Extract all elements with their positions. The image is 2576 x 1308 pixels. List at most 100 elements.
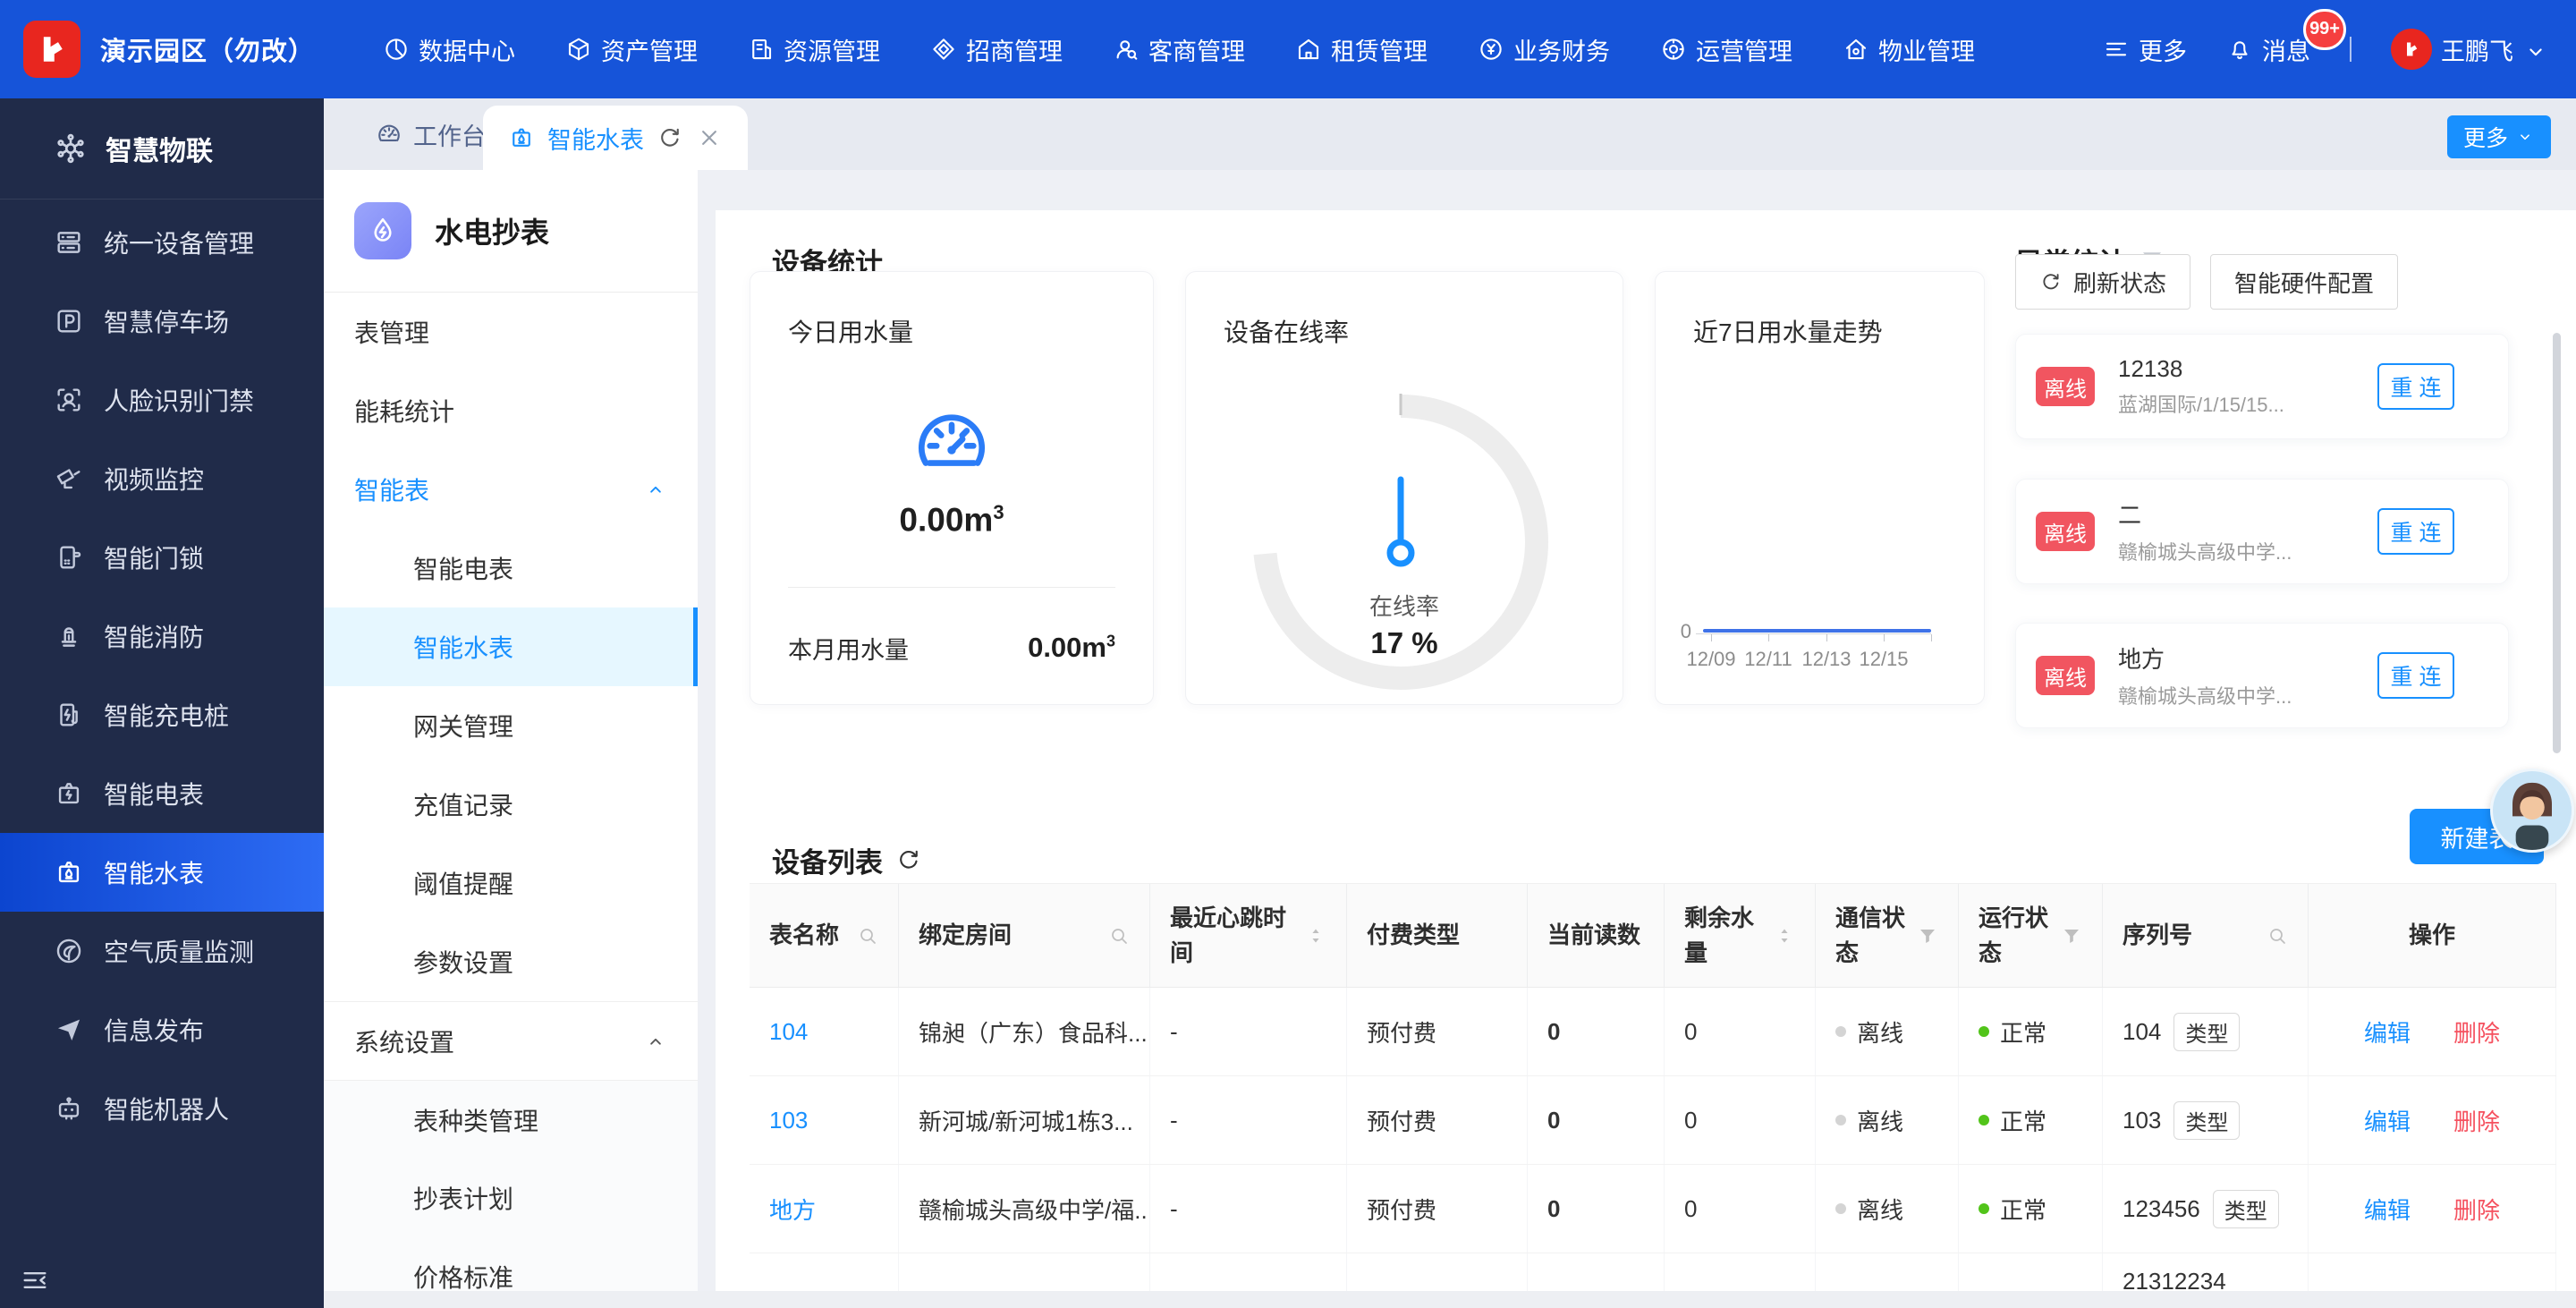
refresh-status-button[interactable]: 刷新状态 xyxy=(2015,254,2190,310)
nav-item-1[interactable]: 资产管理 xyxy=(565,32,698,67)
tab-close-icon[interactable] xyxy=(696,124,723,151)
topbar-more[interactable]: 更多 xyxy=(2103,32,2187,67)
menu-icon xyxy=(2103,36,2130,63)
submenu-item-5[interactable]: 网关管理 xyxy=(324,686,698,765)
abnormal-device-name: 二 xyxy=(2118,497,2292,531)
sorter-icon[interactable] xyxy=(1305,925,1326,947)
submenu-item-4[interactable]: 智能水表 xyxy=(324,607,698,686)
column-search-wrap[interactable] xyxy=(2259,925,2288,947)
column-sorter-wrap[interactable] xyxy=(1767,925,1795,947)
cell-room: 锦昶（广东）食品科... xyxy=(899,988,1150,1075)
column-search-wrap[interactable] xyxy=(1101,925,1130,947)
funnel-icon[interactable] xyxy=(2061,925,2082,947)
cell-meter-name[interactable]: 地方 xyxy=(750,1165,899,1253)
submenu-item-label: 网关管理 xyxy=(413,708,513,743)
delete-link[interactable]: 删除 xyxy=(2453,1015,2500,1049)
column-label: 通信状态 xyxy=(1835,901,1910,971)
cell-remaining: 0 xyxy=(1665,1165,1816,1253)
nav-item-7[interactable]: 运营管理 xyxy=(1660,32,1792,67)
submenu-item-11[interactable]: 抄表计划 xyxy=(324,1159,698,1237)
tab-smart-water-meter[interactable]: 智能水表 xyxy=(483,106,748,170)
nav-item-8[interactable]: 物业管理 xyxy=(1843,32,1975,67)
today-usage-title: 今日用水量 xyxy=(788,313,913,349)
company-logo xyxy=(23,21,80,78)
nav-item-5[interactable]: 租赁管理 xyxy=(1295,32,1428,67)
messages-button[interactable]: 消息 99+ xyxy=(2226,32,2310,67)
page-more-button[interactable]: 更多 xyxy=(2447,115,2551,158)
submenu-item-3[interactable]: 智能电表 xyxy=(324,529,698,607)
dashboard-icon xyxy=(910,402,994,486)
cell-pay-type: 预付费 xyxy=(1347,988,1528,1075)
column-funnel-wrap[interactable] xyxy=(1910,925,1938,947)
hardware-config-button[interactable]: 智能硬件配置 xyxy=(2210,254,2398,310)
submenu-item-0[interactable]: 表管理 xyxy=(324,293,698,371)
submenu-item-7[interactable]: 阈值提醒 xyxy=(324,844,698,922)
column-sorter-wrap[interactable] xyxy=(1298,925,1326,947)
search-icon[interactable] xyxy=(2267,925,2288,947)
sorter-icon[interactable] xyxy=(1774,925,1795,947)
edit-link[interactable]: 编辑 xyxy=(2364,1104,2411,1137)
table-row-2: 地方赣榆城头高级中学/福...-预付费00离线正常123456类型编辑删除 xyxy=(750,1165,2556,1253)
assistant-avatar[interactable] xyxy=(2490,769,2574,853)
sidebar-item-1[interactable]: 智慧停车场 xyxy=(0,282,324,361)
cell-serial: 104类型 xyxy=(2103,988,2309,1075)
app-root: 演示园区（勿改） 数据中心 资产管理 资源管理 招商管理 客商管理 租赁管理 业务财务 运营管… xyxy=(0,0,2576,1308)
sidebar-item-8[interactable]: 智能水表 xyxy=(0,833,324,912)
cell-room: 新河城/新河城1栋3... xyxy=(899,1076,1150,1164)
delete-link[interactable]: 删除 xyxy=(2453,1104,2500,1137)
search-icon[interactable] xyxy=(857,925,878,947)
sidebar-item-7[interactable]: 智能电表 xyxy=(0,754,324,833)
sidebar-item-5[interactable]: 智能消防 xyxy=(0,597,324,675)
reconnect-button[interactable]: 重 连 xyxy=(2377,363,2454,410)
submenu-item-1[interactable]: 能耗统计 xyxy=(324,371,698,450)
submenu-item-6[interactable]: 充值记录 xyxy=(324,765,698,844)
sidebar-item-0[interactable]: 统一设备管理 xyxy=(0,203,324,282)
page-scrollbar[interactable] xyxy=(2553,333,2561,753)
user-menu[interactable]: 王鹏飞 xyxy=(2391,29,2544,70)
cell-empty xyxy=(750,1253,899,1295)
column-search-wrap[interactable] xyxy=(850,925,878,947)
nav-item-0[interactable]: 数据中心 xyxy=(383,32,515,67)
sidebar-item-2[interactable]: 人脸识别门禁 xyxy=(0,361,324,439)
reconnect-button[interactable]: 重 连 xyxy=(2377,652,2454,699)
sidebar-item-3[interactable]: 视频监控 xyxy=(0,439,324,518)
sidebar-item-11[interactable]: 智能机器人 xyxy=(0,1069,324,1148)
submenu-item-8[interactable]: 参数设置 xyxy=(324,922,698,1001)
nav-item-2[interactable]: 资源管理 xyxy=(748,32,880,67)
submenu-item-9[interactable]: 系统设置 xyxy=(324,1001,698,1080)
funnel-icon[interactable] xyxy=(1917,925,1938,947)
cell-meter-name[interactable]: 104 xyxy=(750,988,899,1075)
month-usage-row: 本月用水量 0.00m3 xyxy=(788,624,1115,671)
cell-pay-type: 预付费 xyxy=(1347,1165,1528,1253)
offline-badge: 离线 xyxy=(2036,512,2095,551)
submenu-item-12[interactable]: 价格标准 xyxy=(324,1237,698,1291)
property-icon xyxy=(1843,36,1869,63)
topbar-right: 更多 消息 99+ 王鹏飞 xyxy=(2103,29,2544,70)
submenu-item-10[interactable]: 表种类管理 xyxy=(324,1080,698,1159)
cell-empty xyxy=(2309,1253,2556,1295)
sidebar-item-9[interactable]: 空气质量监测 xyxy=(0,912,324,990)
reconnect-button[interactable]: 重 连 xyxy=(2377,508,2454,555)
device-list-refresh-icon[interactable] xyxy=(895,846,922,873)
submenu-item-2[interactable]: 智能表 xyxy=(324,450,698,529)
sidebar-item-4[interactable]: 智能门锁 xyxy=(0,518,324,597)
edit-link[interactable]: 编辑 xyxy=(2364,1015,2411,1049)
normal-dot xyxy=(1979,1026,1989,1037)
search-icon[interactable] xyxy=(1108,925,1130,947)
nav-item-label: 资产管理 xyxy=(601,32,698,67)
nav-item-6[interactable]: 业务财务 xyxy=(1478,32,1610,67)
sidebar-item-10[interactable]: 信息发布 xyxy=(0,990,324,1069)
nav-item-4[interactable]: 客商管理 xyxy=(1113,32,1245,67)
trend-axis-tick xyxy=(1711,634,1712,641)
park-name[interactable]: 演示园区（勿改） xyxy=(100,30,315,68)
sidebar-collapse-button[interactable] xyxy=(20,1265,50,1295)
delete-link[interactable]: 删除 xyxy=(2453,1193,2500,1226)
sidebar-item-6[interactable]: 智能充电桩 xyxy=(0,675,324,754)
lease-icon xyxy=(1295,36,1322,63)
cell-meter-name[interactable]: 103 xyxy=(750,1076,899,1164)
edit-link[interactable]: 编辑 xyxy=(2364,1193,2411,1226)
submenu-item-label: 系统设置 xyxy=(354,1023,454,1059)
column-funnel-wrap[interactable] xyxy=(2054,925,2082,947)
nav-item-3[interactable]: 招商管理 xyxy=(930,32,1063,67)
tab-refresh-icon[interactable] xyxy=(657,124,683,151)
